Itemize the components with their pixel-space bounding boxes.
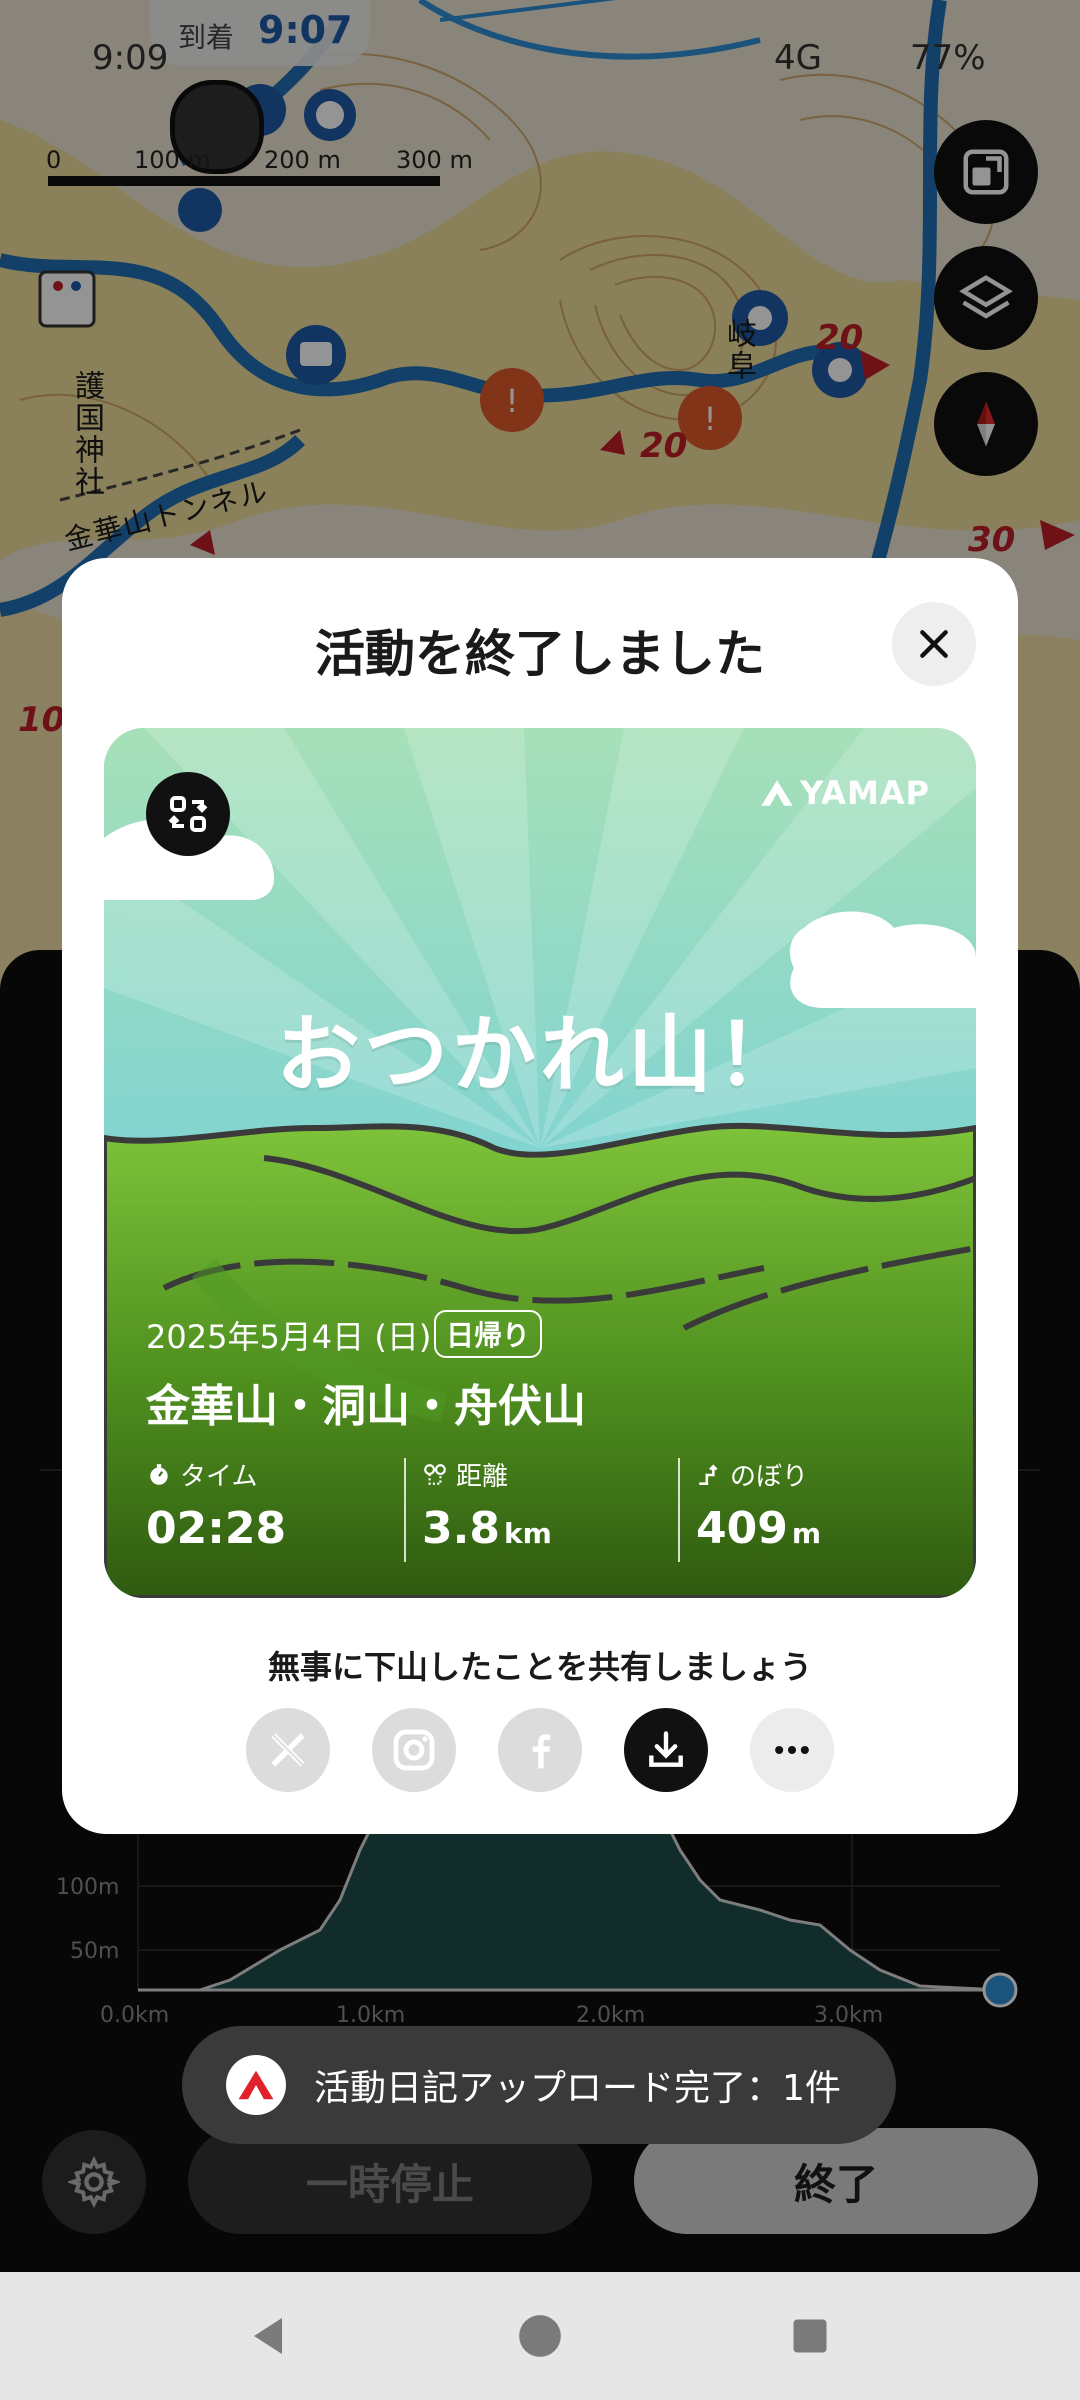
- recents-square-icon: [793, 2319, 827, 2353]
- yamap-logo-text: YAMAP: [800, 774, 930, 812]
- activity-summary-card: YAMAP おつかれ山！ 2025年5月4日 (日) 日帰り 金華山・洞山・舟伏…: [104, 728, 976, 1598]
- back-triangle-icon: [254, 2318, 282, 2354]
- gear-icon: [68, 2156, 120, 2208]
- swap-design-button[interactable]: [146, 772, 230, 856]
- route-name: 金華山・洞山・舟伏山: [146, 1381, 586, 1432]
- stat-divider: [404, 1458, 406, 1562]
- share-facebook-button[interactable]: [498, 1708, 582, 1792]
- stat-ascent: のぼり 409 m: [696, 1456, 956, 1554]
- home-button[interactable]: [504, 2300, 576, 2372]
- stat-ascent-unit: m: [791, 1517, 822, 1550]
- share-prompt: 無事に下山したことを共有しましょう: [267, 1648, 812, 1686]
- recents-button[interactable]: [774, 2300, 846, 2372]
- activity-date: 2025年5月4日 (日): [146, 1318, 432, 1356]
- stopwatch-icon: [150, 1463, 168, 1485]
- ascent-icon: [699, 1463, 718, 1485]
- stat-distance: 距離 3.8 km: [422, 1456, 682, 1554]
- share-x-button[interactable]: [246, 1708, 330, 1792]
- system-navigation-bar: [0, 2272, 1080, 2400]
- stat-distance-value: 3.8: [422, 1503, 500, 1554]
- activity-finished-dialog: 活動を終了しました YAMAP おつかれ山！ 2025年5月4日 (日) 日帰り…: [62, 558, 1018, 1834]
- download-button[interactable]: [624, 1708, 708, 1792]
- close-icon: [920, 630, 948, 658]
- card-headline: おつかれ山！: [275, 1006, 804, 1104]
- home-circle-icon: [519, 2315, 561, 2357]
- settings-button[interactable]: [42, 2130, 146, 2234]
- share-instagram-button[interactable]: [372, 1708, 456, 1792]
- swap-icon: [168, 796, 208, 832]
- more-icon: [775, 1745, 809, 1755]
- facebook-icon: [532, 1734, 551, 1769]
- stat-time: タイム 02:28: [146, 1456, 406, 1554]
- stat-divider: [678, 1458, 680, 1562]
- download-icon: [649, 1731, 683, 1767]
- x-icon: [271, 1733, 305, 1767]
- dialog-title: 活動を終了しました: [315, 625, 765, 683]
- day-trip-badge: 日帰り: [434, 1310, 543, 1358]
- yamap-logo: YAMAP: [760, 774, 930, 812]
- upload-toast: 活動日記アップロード完了：1件: [182, 2026, 896, 2144]
- distance-pin-icon: [424, 1463, 446, 1485]
- yamap-mark-icon: [761, 780, 793, 806]
- yamap-mark-icon: [238, 2070, 274, 2100]
- back-button[interactable]: [234, 2300, 306, 2372]
- toast-message: 活動日記アップロード完了：1件: [314, 2068, 841, 2109]
- stat-ascent-value: 409: [696, 1503, 788, 1554]
- instagram-icon: [393, 1729, 435, 1771]
- more-share-button[interactable]: [750, 1708, 834, 1792]
- stat-distance-label: 距離: [456, 1462, 509, 1492]
- stat-ascent-label: のぼり: [730, 1462, 809, 1492]
- stat-time-value: 02:28: [146, 1503, 287, 1554]
- stat-distance-unit: km: [503, 1517, 552, 1550]
- yamap-app-icon: [226, 2055, 286, 2115]
- stat-time-label: タイム: [180, 1462, 258, 1492]
- close-button[interactable]: [892, 602, 976, 686]
